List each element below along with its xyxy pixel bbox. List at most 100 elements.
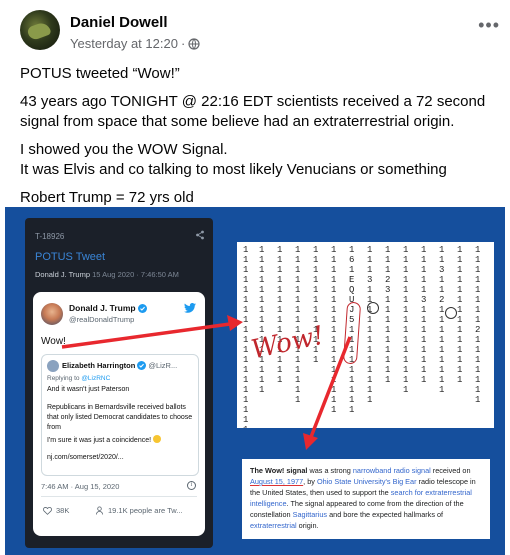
wiki-link[interactable]: Big Ear (393, 477, 417, 486)
printout-digit: 1 (475, 365, 481, 375)
printout-digit: 1 (295, 285, 301, 295)
printout-digit: 1 (259, 375, 265, 385)
printout-digit: 1 (403, 305, 409, 315)
printout-digit: 1 (385, 365, 391, 375)
printout-digit: 1 (457, 335, 463, 345)
printout-digit: 1 (475, 385, 481, 395)
printout-digit: 1 (277, 285, 283, 295)
printout-digit: 1 (277, 305, 283, 315)
smile-emoji-icon (153, 435, 161, 443)
post-timestamp[interactable]: Yesterday at 12:20 (70, 36, 178, 51)
wow-oval-annotation (342, 301, 362, 365)
printout-digit: 1 (475, 305, 481, 315)
printout-digit: 1 (439, 245, 445, 255)
printout-digit: 1 (475, 275, 481, 285)
printout-digit: 1 (439, 305, 445, 315)
printout-digit: 1 (367, 355, 373, 365)
printout-digit: 1 (367, 245, 373, 255)
wiki-link[interactable]: narrowband radio signal (353, 466, 431, 475)
screenshot-author: Donald J. Trump (35, 270, 91, 279)
author-name[interactable]: Daniel Dowell (70, 14, 168, 31)
printout-digit: 1 (331, 245, 337, 255)
printout-digit: 3 (421, 295, 427, 305)
post-image[interactable]: T-18926 POTUS Tweet Donald J. Trump 15 A… (5, 207, 505, 555)
printout-digit: 1 (367, 315, 373, 325)
printout-digit: 1 (277, 375, 283, 385)
printout-digit: 1 (331, 255, 337, 265)
printout-digit: 1 (385, 265, 391, 275)
printout-digit: 1 (439, 275, 445, 285)
printout-digit: 1 (439, 335, 445, 345)
printout-digit: 1 (421, 305, 427, 315)
wiki-link[interactable]: extraterrestrial (250, 521, 297, 530)
author-avatar[interactable] (20, 10, 60, 50)
printout-digit: 1 (403, 335, 409, 345)
printout-digit: 1 (403, 285, 409, 295)
printout-digit: 1 (385, 355, 391, 365)
printout-digit: 1 (295, 305, 301, 315)
printout-digit: 1 (439, 375, 445, 385)
post-meta: Yesterday at 12:20 · (70, 36, 200, 51)
post-paragraph: Robert Trump = 72 yrs old (20, 189, 194, 206)
tweet-handle: @realDonaldTrump (69, 315, 135, 324)
printout-digit: 1 (403, 245, 409, 255)
printout-digit: 1 (457, 265, 463, 275)
more-options-button[interactable]: ••• (478, 16, 500, 34)
printout-digit: 1 (243, 275, 249, 285)
printout-digit: 1 (243, 315, 249, 325)
printout-digit: 1 (367, 265, 373, 275)
printout-digit: 1 (349, 405, 355, 415)
printout-digit: 1 (313, 305, 319, 315)
printout-digit: 1 (367, 345, 373, 355)
printout-digit: 1 (475, 335, 481, 345)
printout-digit: 1 (313, 265, 319, 275)
printout-digit: 1 (259, 245, 265, 255)
printout-digit: 1 (313, 355, 319, 365)
printout-digit: 1 (331, 405, 337, 415)
printout-digit: 1 (457, 345, 463, 355)
printout-digit: 1 (295, 375, 301, 385)
printout-digit: 1 (403, 345, 409, 355)
printout-digit: 1 (295, 315, 301, 325)
printout-digit: 1 (421, 285, 427, 295)
printout-digit: 1 (313, 295, 319, 305)
person-icon (95, 506, 104, 515)
printout-digit: 1 (243, 405, 249, 415)
wiki-link[interactable]: Ohio State University's (317, 477, 391, 486)
quote-author: Elizabeth Harrington @LizR... (62, 361, 178, 370)
printout-digit: 1 (243, 395, 249, 405)
printout-digit: 1 (421, 355, 427, 365)
printout-digit: 1 (243, 415, 249, 425)
printout-digit: 1 (457, 245, 463, 255)
printout-digit: 1 (421, 325, 427, 335)
printout-digit: 1 (457, 315, 463, 325)
printout-digit: Q (349, 285, 355, 295)
screenshot-subtitle: Donald J. Trump 15 Aug 2020 · 7:46:50 AM (35, 270, 179, 279)
facebook-post: Daniel Dowell Yesterday at 12:20 · ••• P… (0, 0, 510, 555)
divider (41, 496, 197, 497)
printout-digit: 1 (403, 275, 409, 285)
tweet-likes: 38K (43, 506, 69, 515)
printout-digit: 1 (421, 315, 427, 325)
printout-digit: 1 (295, 395, 301, 405)
printout-digit: 1 (457, 275, 463, 285)
printout-digit: 1 (295, 365, 301, 375)
printout-digit: 1 (421, 365, 427, 375)
printout-digit: 1 (243, 305, 249, 315)
printout-digit: 1 (403, 385, 409, 395)
printout-digit: 1 (457, 365, 463, 375)
printout-digit: 1 (457, 375, 463, 385)
wow-signal-printout: 1111111111111111111111111111111111111111… (237, 242, 494, 428)
printout-digit: 1 (403, 325, 409, 335)
printout-digit: 1 (277, 275, 283, 285)
printout-digit: 1 (331, 395, 337, 405)
printout-digit: 1 (367, 325, 373, 335)
printout-digit: 1 (295, 255, 301, 265)
printout-digit: 1 (439, 385, 445, 395)
printout-digit: 1 (349, 375, 355, 385)
phone-screenshot: T-18926 POTUS Tweet Donald J. Trump 15 A… (25, 218, 213, 548)
printout-digit: 1 (385, 245, 391, 255)
wiki-link[interactable]: August 15, 1977 (250, 477, 303, 486)
printout-digit: 1 (243, 335, 249, 345)
wiki-link[interactable]: Sagittarius (293, 510, 327, 519)
